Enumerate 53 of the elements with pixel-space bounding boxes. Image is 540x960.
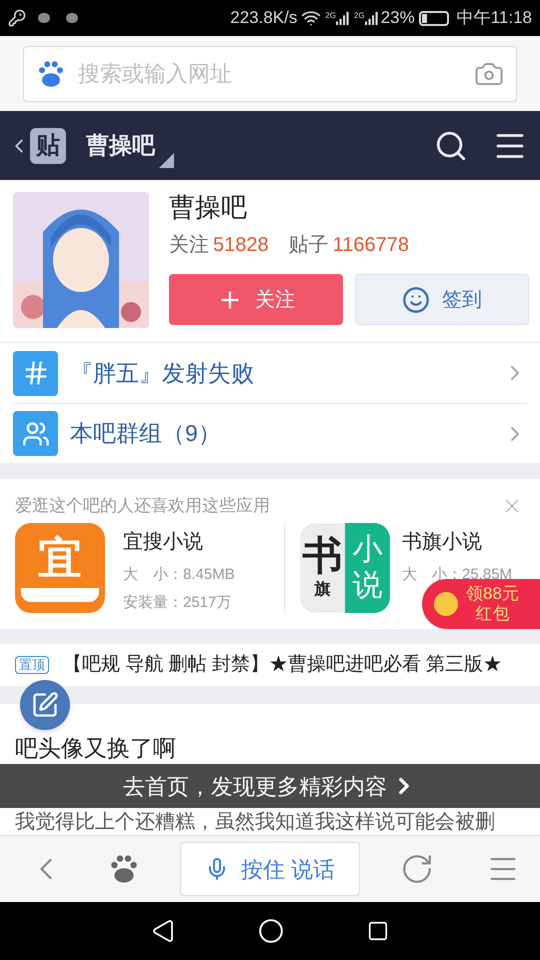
dropdown-corner-icon[interactable]	[159, 153, 174, 168]
app-name[interactable]: 书旗小说	[402, 526, 512, 556]
paw-logo-icon	[36, 58, 66, 88]
battery-percent: 23%	[380, 7, 415, 30]
refresh-icon[interactable]	[400, 852, 434, 886]
pinned-post-title[interactable]: 【吧规 导航 删帖 封禁】★曹操吧进吧必看 第三版★	[63, 650, 502, 680]
recents-icon[interactable]	[366, 920, 389, 942]
follow-label: 关注	[169, 233, 209, 258]
network-type: 2G	[354, 10, 365, 22]
app-name[interactable]: 宜搜小说	[123, 526, 235, 556]
voice-button[interactable]: 按住 说话	[180, 842, 360, 896]
forum-title: 曹操吧	[86, 131, 155, 160]
apps-heading: 爱逛这个吧的人还喜欢用这些应用	[15, 495, 271, 517]
smile-icon	[402, 286, 430, 314]
network-type: 2G	[325, 10, 336, 22]
notification-icon	[38, 13, 50, 23]
compose-icon	[31, 691, 59, 719]
sign-in-button[interactable]: 签到	[355, 274, 529, 325]
app-icon-glyph: 书	[302, 534, 342, 578]
battery-icon	[418, 10, 449, 26]
clock: 中午11:18	[456, 7, 532, 30]
app-size: 大 小：8.45MB	[123, 564, 235, 584]
post-body: 我觉得比上个还糟糕，虽然我知道我这样说可能会被删	[15, 810, 495, 834]
posts-label: 贴子	[288, 233, 329, 258]
forum-name: 曹操吧	[169, 192, 248, 222]
forum-link-label: 『胖五』发射失败	[70, 358, 255, 388]
forum-link-label: 本吧群组（9）	[70, 419, 222, 448]
packet-label: 红包	[475, 604, 510, 624]
discover-toast[interactable]: 去首页，发现更多精彩内容	[0, 764, 540, 808]
signal-icon	[364, 10, 379, 26]
app-icon-glyph: 旗	[314, 580, 330, 600]
coin-icon	[434, 592, 458, 616]
people-tile-icon	[13, 411, 58, 456]
search-bar[interactable]: 搜索或输入网址	[23, 46, 517, 102]
back-button[interactable]: 贴	[8, 128, 66, 164]
pinned-tag: 置顶	[15, 656, 49, 674]
home-icon[interactable]	[258, 918, 284, 944]
signal-icon	[336, 10, 350, 26]
notification-icon	[66, 13, 78, 23]
app-icon-glyph: 小说	[352, 532, 382, 604]
app-icon-glyph: 宜	[38, 534, 82, 584]
posts-count: 1166778	[332, 233, 410, 258]
app-installs: 安装量：2517万	[123, 592, 232, 612]
network-speed: 223.8K/s	[230, 7, 298, 30]
packet-amount: 领88元	[466, 584, 519, 604]
follow-count: 51828	[213, 233, 269, 258]
hash-tile-icon	[13, 350, 58, 396]
forum-link-row[interactable]: 『胖五』发射失败	[13, 343, 527, 403]
back-icon[interactable]	[151, 919, 176, 943]
key-icon	[8, 9, 26, 27]
tieba-logo: 贴	[30, 128, 66, 164]
post-title[interactable]: 吧头像又换了啊	[15, 734, 176, 762]
forum-link-row[interactable]: 本吧群组（9）	[13, 403, 527, 463]
